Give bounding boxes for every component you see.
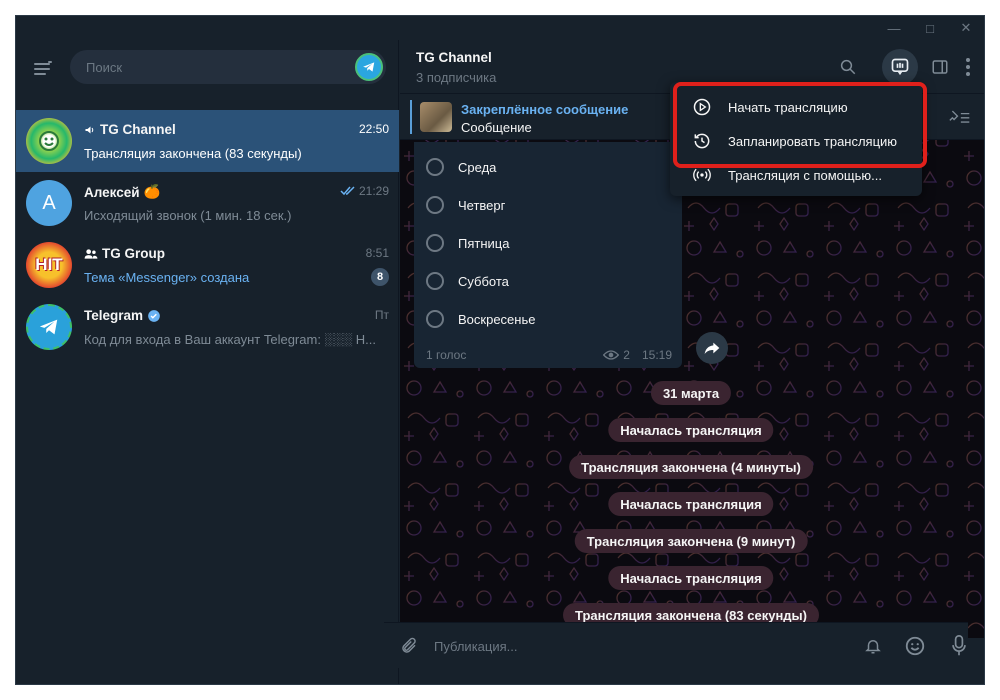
emoji-icon[interactable] (900, 632, 930, 660)
service-message: Трансляция закончена (9 минут) (574, 529, 808, 553)
pinned-title: Закреплённое сообщение (461, 102, 629, 117)
attach-icon[interactable] (394, 632, 424, 660)
bell-icon[interactable] (858, 632, 888, 660)
play-circle-icon (693, 98, 711, 116)
megaphone-icon (85, 126, 94, 133)
chat-title[interactable]: TG Channel (416, 50, 492, 65)
search-input[interactable] (86, 50, 336, 84)
avatar: HIT (26, 242, 72, 288)
chat-name: TG Group (84, 246, 165, 261)
poll-vote-count: 1 голос (426, 348, 467, 362)
service-message: Трансляция закончена (4 минуты) (569, 455, 813, 479)
microphone-icon[interactable] (944, 632, 974, 660)
message-meta: 2 15:19 (603, 348, 672, 362)
poll-option[interactable]: Пятница (426, 228, 666, 258)
chat-item-telegram[interactable]: Telegram Пт Код для входа в Ваш аккаунт … (16, 296, 399, 358)
stream-with-item[interactable]: Трансляция с помощью... (670, 158, 922, 192)
search-field[interactable] (70, 50, 386, 84)
message-composer (384, 622, 968, 669)
chat-time: Пт (374, 308, 389, 322)
minimize-icon[interactable]: — (876, 16, 912, 40)
eye-icon (603, 350, 620, 360)
avatar: А (26, 180, 72, 226)
radio-icon[interactable] (426, 196, 444, 214)
date-badge: 31 марта (650, 381, 732, 405)
chat-time: 22:50 (358, 122, 389, 136)
poll-option[interactable]: Четверг (426, 190, 666, 220)
chat-item-tg-group[interactable]: HIT TG Group 8:51 Тема «Messenger» созда… (16, 234, 399, 296)
radio-icon[interactable] (426, 158, 444, 176)
avatar (26, 118, 72, 164)
service-message: Началась трансляция (608, 492, 774, 516)
poll-option[interactable]: Суббота (426, 266, 666, 296)
live-stream-icon[interactable] (882, 49, 918, 85)
unread-badge: 8 (371, 268, 389, 286)
sidebar: TG Channel 22:50 Трансляция закончена (8… (16, 40, 399, 684)
search-icon[interactable] (830, 49, 866, 85)
sidebar-toggle-icon[interactable] (922, 49, 958, 85)
orange-emoji: 🍊 (143, 184, 161, 199)
message-input[interactable] (434, 623, 814, 669)
broadcast-icon (693, 168, 711, 182)
menu-icon[interactable] (30, 56, 58, 80)
pinned-thumbnail (420, 102, 452, 132)
close-icon[interactable]: ✕ (948, 16, 984, 40)
telegram-icon[interactable] (355, 53, 383, 81)
telegram-icon (39, 319, 58, 335)
chat-preview: Исходящий звонок (1 мин. 18 сек.) (84, 208, 292, 223)
avatar-text: HIT (35, 255, 63, 274)
radio-icon[interactable] (426, 234, 444, 252)
poll-option[interactable]: Воскресенье (426, 304, 666, 334)
chat-item-tg-channel[interactable]: TG Channel 22:50 Трансляция закончена (8… (16, 110, 399, 172)
schedule-stream-item[interactable]: Запланировать трансляцию (670, 124, 922, 158)
chat-time: 21:29 (340, 184, 389, 198)
poll-option[interactable]: Среда (426, 152, 666, 182)
verified-icon (148, 309, 160, 322)
poll-message: Среда Четверг Пятница Суббота Воскресень… (414, 142, 682, 368)
subscriber-count: 3 подписчика (416, 70, 497, 85)
pinned-indicator (410, 100, 412, 134)
avatar-letter: А (42, 191, 56, 214)
radio-icon[interactable] (426, 272, 444, 290)
chat-name: Алексей 🍊 (84, 184, 161, 200)
history-icon (694, 133, 710, 149)
service-message: Началась трансляция (608, 418, 774, 442)
pin-list-icon[interactable] (946, 105, 974, 129)
face-icon (39, 131, 59, 151)
avatar (26, 304, 72, 350)
message-time: 15:19 (641, 348, 672, 362)
maximize-icon[interactable]: □ (912, 16, 948, 40)
chat-name: Telegram (84, 308, 161, 323)
title-bar: — □ ✕ (16, 16, 984, 40)
live-stream-menu: Начать трансляцию Запланировать трансляц… (670, 82, 922, 196)
chat-item-aleksei[interactable]: А Алексей 🍊 21:29 Исходящий звонок (1 ми… (16, 172, 399, 234)
radio-icon[interactable] (426, 310, 444, 328)
share-icon[interactable] (696, 332, 728, 364)
start-stream-item[interactable]: Начать трансляцию (670, 90, 922, 124)
chat-preview: Тема «Messenger» создана (84, 270, 250, 285)
chat-preview: Трансляция закончена (83 секунды) (84, 146, 302, 161)
view-count: 2 (623, 348, 630, 362)
more-icon[interactable] (958, 49, 978, 85)
chat-preview: Код для входа в Ваш аккаунт Telegram: ░░… (84, 332, 377, 347)
chat-time: 8:51 (365, 246, 389, 260)
double-check-icon (340, 186, 355, 196)
chat-name: TG Channel (84, 122, 176, 137)
pinned-text: Сообщение (461, 120, 532, 135)
service-message: Началась трансляция (608, 566, 774, 590)
group-icon (84, 248, 98, 259)
